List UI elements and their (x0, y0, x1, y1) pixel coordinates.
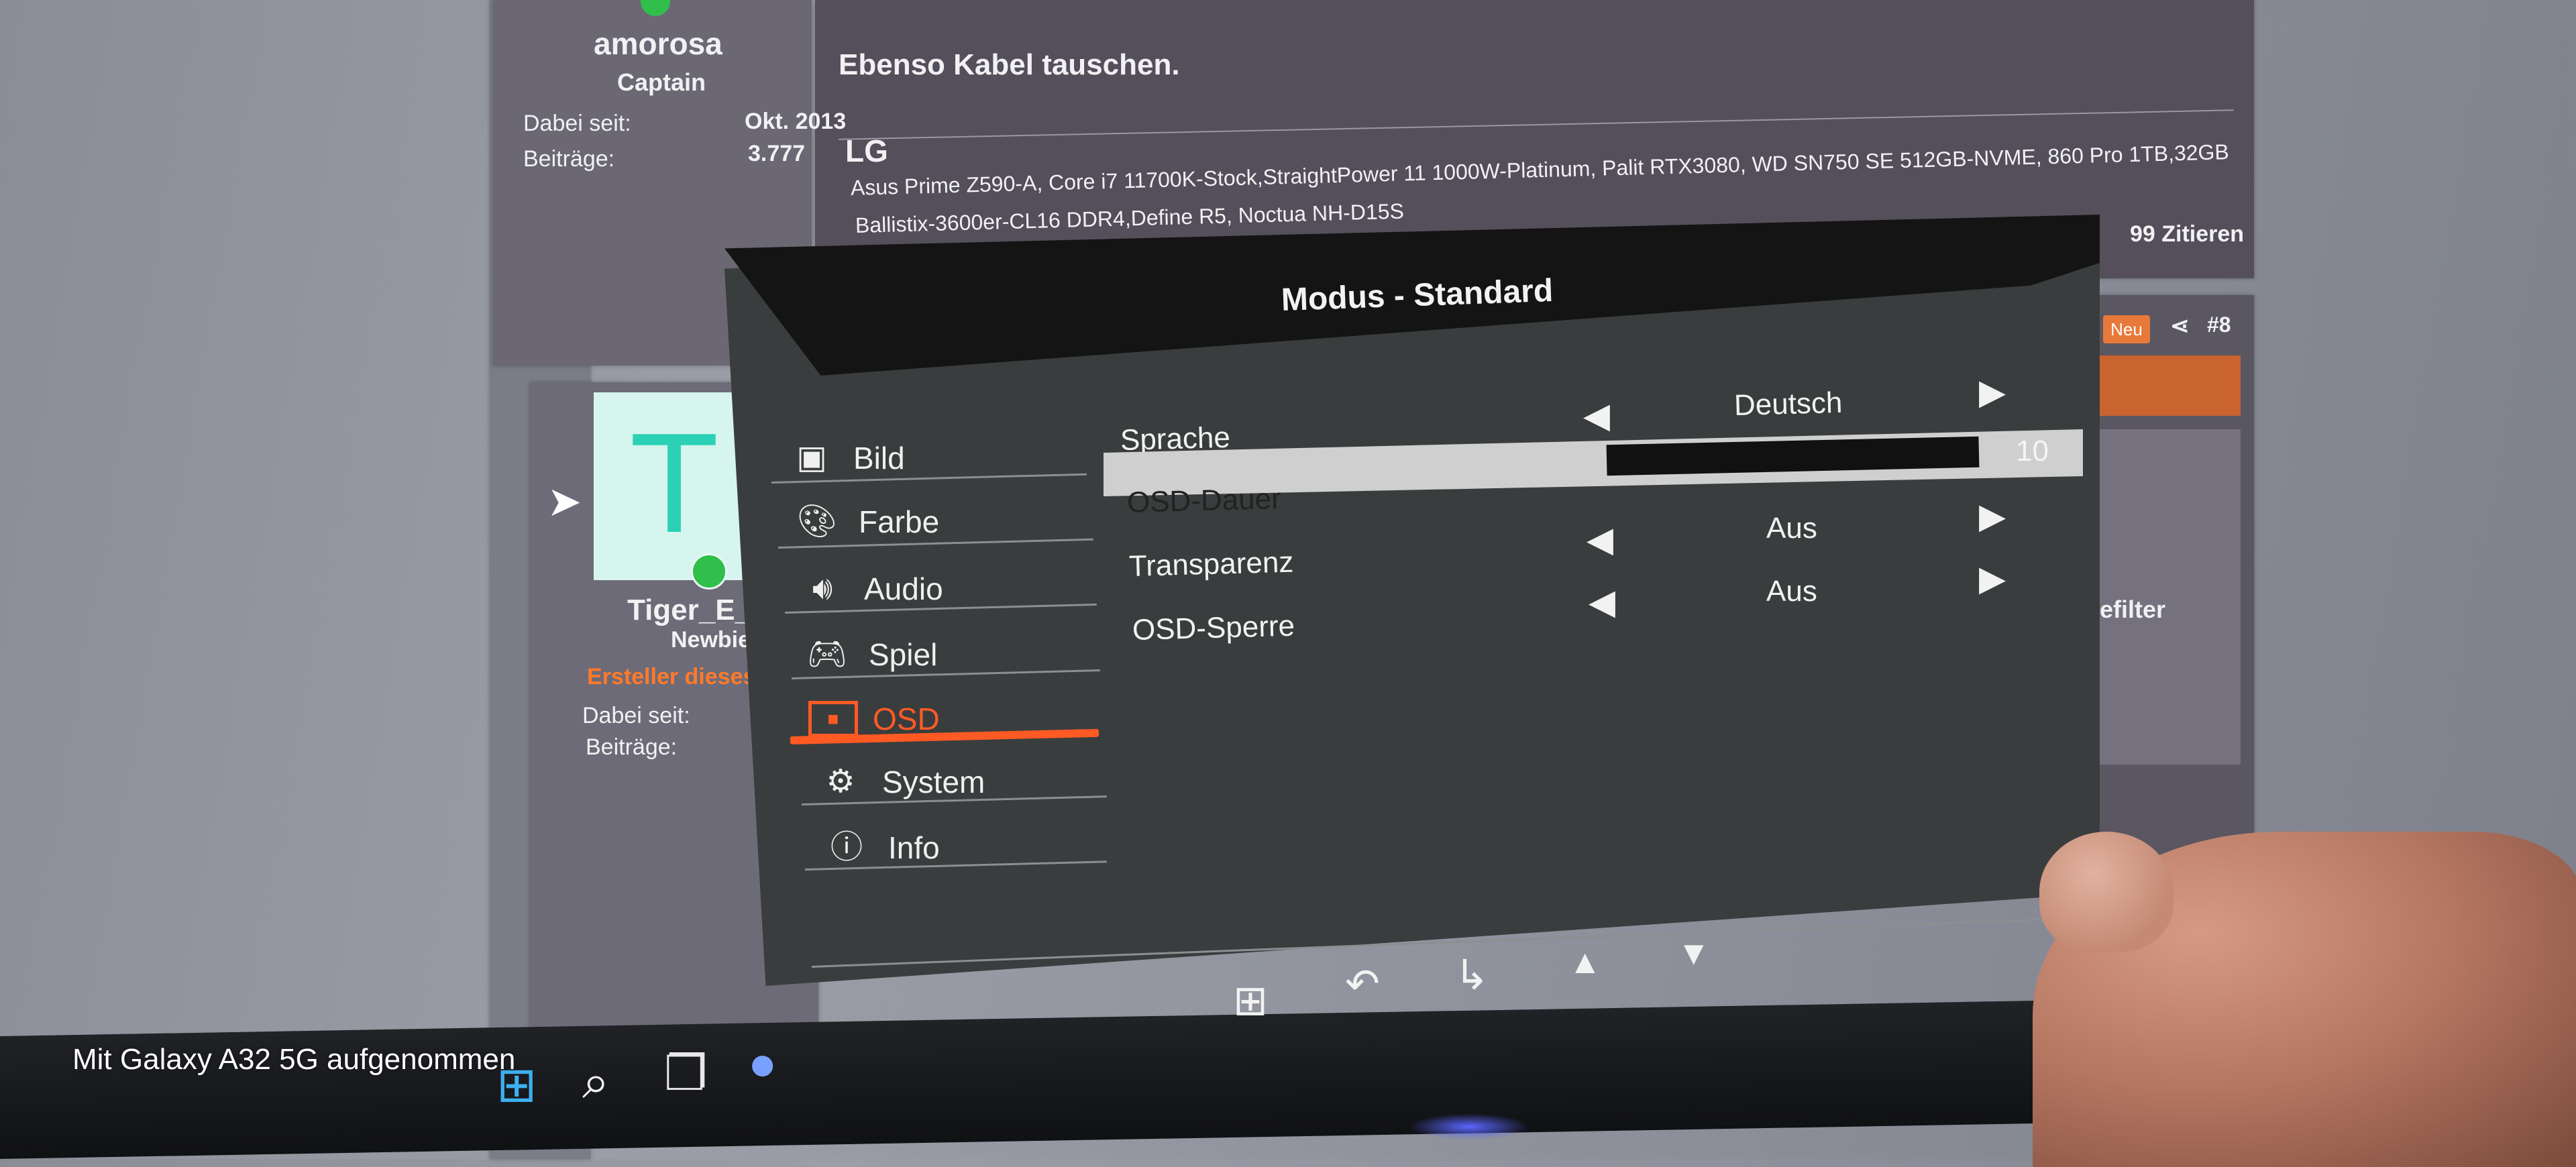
post1-username[interactable]: amorosa (594, 25, 722, 62)
finger (2039, 832, 2174, 952)
setting-transparenz-label: Transparenz (1128, 545, 1294, 583)
osd-nav-label: Audio (864, 571, 943, 606)
osd-nav-info[interactable]: ⓘ Info (820, 829, 940, 867)
image-icon: ▣ (796, 440, 827, 476)
avatar-letter: T (633, 408, 716, 564)
setting-osd-sperre-value[interactable]: Aus (1766, 575, 1817, 608)
setting-osd-sperre-label: OSD-Sperre (1132, 609, 1295, 647)
search-icon[interactable]: ⌕ (582, 1054, 609, 1111)
speaker-icon: 🔊︎ (812, 571, 833, 606)
enter-icon[interactable]: ↳ (1454, 950, 1489, 999)
osd-nav-system[interactable]: ⚙ System (814, 763, 985, 801)
post1-since-value: Okt. 2013 (745, 109, 847, 134)
osd-nav-bild[interactable]: ▣ Bild (785, 439, 905, 477)
post2-posts-label: Beiträge: (586, 734, 678, 760)
down-icon[interactable]: ▼ (1677, 934, 1711, 972)
post2-rank: Newbie (671, 627, 751, 653)
osd-nav-farbe[interactable]: 🎨︎ Farbe (790, 503, 940, 541)
osd-nav-audio[interactable]: 🔊︎ Audio (796, 570, 943, 608)
power-led (1409, 1113, 1529, 1140)
setting-sprache-value[interactable]: Deutsch (1733, 386, 1843, 423)
setting-osd-dauer-value: 10 (2016, 435, 2049, 467)
post1-message: Ebenso Kabel tauschen. (839, 48, 1180, 81)
post1-posts-label: Beiträge: (523, 146, 615, 172)
palette-icon: 🎨︎ (796, 504, 838, 539)
info-icon: ⓘ (830, 830, 863, 865)
osd-nav-label: Info (888, 830, 940, 865)
osd-nav-osd[interactable]: ■ OSD (808, 701, 940, 737)
arrow-right-icon[interactable]: ▶ (1979, 372, 2006, 412)
osd-nav-label: OSD (873, 702, 940, 736)
up-icon[interactable]: ▲ (1568, 942, 1602, 981)
camera-watermark: Mit Galaxy A32 5G aufgenommen (72, 1043, 516, 1076)
back-icon[interactable]: ↶ (1345, 959, 1380, 1008)
setting-osd-dauer-label: OSD-Dauer (1126, 482, 1282, 519)
quote-button[interactable]: 99 Zitieren (2130, 221, 2244, 247)
post2-creator-label: Ersteller dieses (587, 664, 756, 689)
share-icon[interactable]: ⋖ (2170, 313, 2190, 339)
setting-transparenz-value[interactable]: Aus (1766, 512, 1817, 545)
osd-nav-spiel[interactable]: 🎮︎ Spiel (800, 636, 938, 673)
arrow-left-icon[interactable]: ◀ (1583, 396, 1610, 436)
sidebar-orange-bar (2100, 355, 2241, 416)
arrow-right-icon[interactable]: ▶ (1979, 496, 2006, 537)
osd-nav-label: Spiel (869, 637, 938, 672)
arrow-left-icon[interactable]: ◀ (1587, 520, 1613, 560)
osd-nav-label: System (882, 765, 985, 799)
post1-since-label: Dabei seit: (523, 111, 631, 136)
post1-message-greeting: LG (845, 133, 888, 168)
task-view-icon[interactable]: ❐ (664, 1045, 708, 1101)
osd-icon: ■ (808, 701, 858, 737)
chat-icon[interactable]: ● (748, 1036, 777, 1091)
gear-icon: ⚙ (826, 764, 855, 799)
new-badge: Neu (2103, 315, 2150, 343)
gamepad-icon: 🎮︎ (806, 636, 848, 672)
sidebar-filter-text[interactable]: efilter (2100, 596, 2165, 624)
post1-posts-value: 3.777 (748, 141, 806, 166)
post-number[interactable]: #8 (2207, 313, 2231, 337)
post1-rank: Captain (617, 68, 706, 96)
arrow-left-icon[interactable]: ◀ (1589, 582, 1615, 622)
post2-since-label: Dabei seit: (582, 703, 690, 728)
mouse-cursor-icon: ➤ (549, 480, 580, 522)
online-status-icon (691, 553, 727, 590)
osd-nav-label: Farbe (859, 504, 940, 539)
windows-key-icon[interactable]: ⊞ (1233, 976, 1268, 1025)
arrow-right-icon[interactable]: ▶ (1979, 559, 2006, 599)
osd-nav-label: Bild (853, 441, 905, 476)
